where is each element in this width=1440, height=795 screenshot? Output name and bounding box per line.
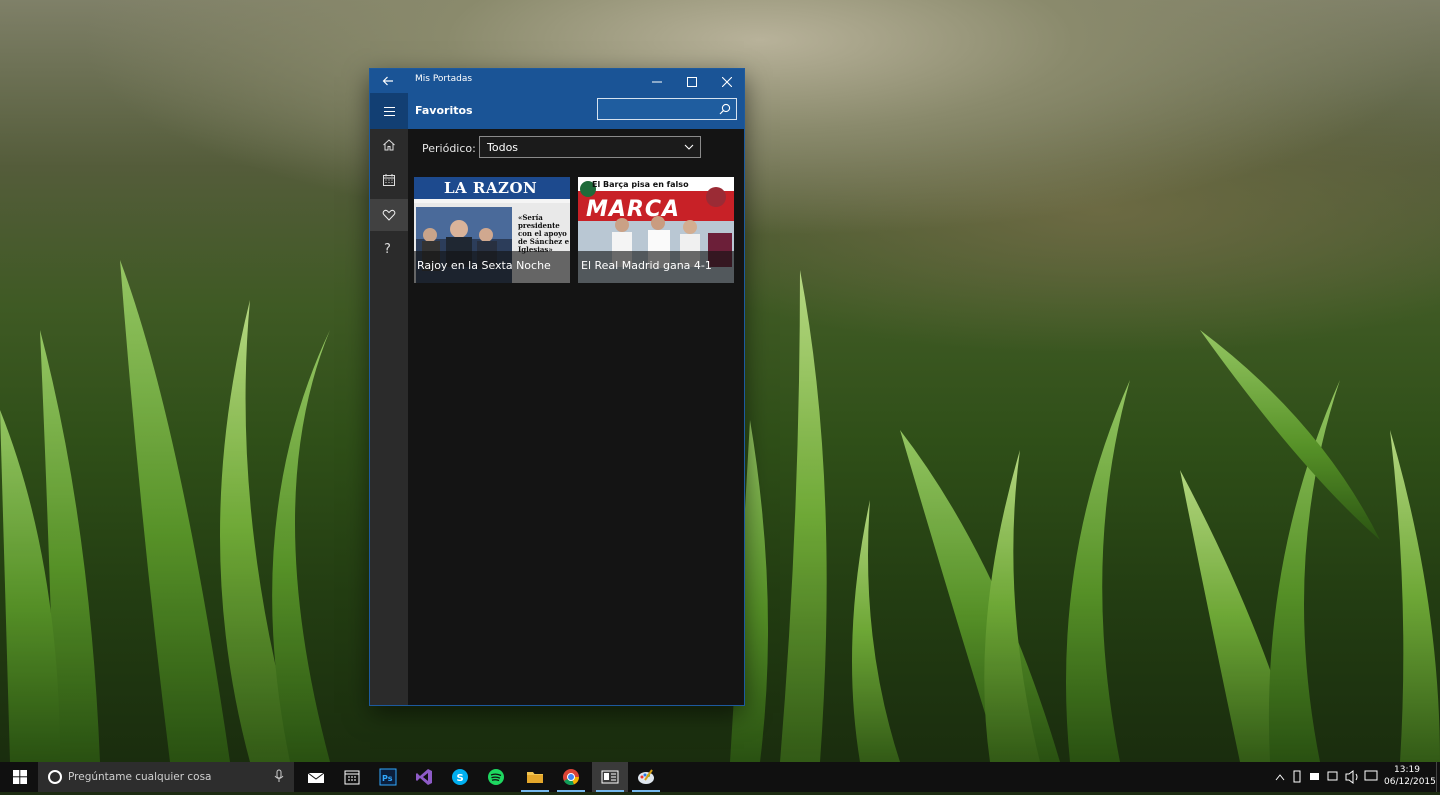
chevron-down-icon xyxy=(684,144,694,150)
app-window: Mis Portadas Favoritos ? Periódico: Todo… xyxy=(370,69,744,705)
header-bar: Favoritos xyxy=(370,93,744,129)
calendar-icon xyxy=(383,174,395,186)
back-button[interactable] xyxy=(376,72,400,90)
taskbar-paint[interactable] xyxy=(628,762,664,792)
nav-item-help[interactable]: ? xyxy=(370,234,408,266)
newspaper-app-icon xyxy=(601,770,619,784)
hamburger-icon-line xyxy=(384,111,395,112)
search-icon[interactable] xyxy=(718,102,732,116)
chevron-up-icon xyxy=(1275,774,1285,781)
nav-item-calendar[interactable] xyxy=(370,164,408,196)
cover-headline: «Sería presidente con el apoyo de Sánche… xyxy=(518,214,570,254)
minimize-icon xyxy=(652,81,662,82)
svg-text:Ps: Ps xyxy=(382,774,393,783)
help-icon: ? xyxy=(384,242,391,257)
nav-item-home[interactable] xyxy=(370,129,408,161)
chrome-icon xyxy=(563,769,579,786)
folder-icon xyxy=(527,772,543,783)
newspaper-filter-value: Todos xyxy=(487,141,519,154)
visual-studio-icon xyxy=(416,769,432,785)
newspaper-filter-dropdown[interactable]: Todos xyxy=(479,136,701,158)
notifications-icon xyxy=(1364,770,1378,781)
nav-item-favorites[interactable] xyxy=(370,199,408,231)
taskbar-mis-portadas[interactable] xyxy=(592,762,628,792)
hamburger-icon-line xyxy=(384,115,395,116)
page-title: Favoritos xyxy=(415,104,473,117)
taskbar-calendar[interactable] xyxy=(334,762,370,792)
maximize-icon xyxy=(687,76,697,87)
taskbar-mail[interactable] xyxy=(298,762,334,792)
cover-caption: Rajoy en la Sexta Noche xyxy=(414,251,570,283)
taskbar-clock[interactable]: 13:19 06/12/2015 xyxy=(1384,764,1436,788)
newspaper-logo: LA RAZON xyxy=(444,179,538,197)
home-icon xyxy=(383,139,395,151)
volume-icon xyxy=(1345,770,1358,784)
paint-palette-icon xyxy=(638,769,654,784)
cover-card-la-razon[interactable]: LA RAZON «Sería presidente con el apoyo … xyxy=(414,177,570,283)
taskbar-chrome[interactable] xyxy=(553,762,589,792)
spotify-icon xyxy=(488,769,504,785)
taskbar: Pregúntame cualquier cosa Ps S 13:19 06/… xyxy=(0,762,1440,792)
newspaper-logo: MARCA xyxy=(586,197,681,222)
taskbar-visual-studio[interactable] xyxy=(406,762,442,792)
start-button[interactable] xyxy=(0,762,38,792)
main-content: Periódico: Todos LA RAZON «Sería preside… xyxy=(408,129,744,705)
microphone-icon[interactable] xyxy=(274,769,284,783)
mail-icon xyxy=(307,772,325,783)
taskbar-skype[interactable]: S xyxy=(442,762,478,792)
tray-icons xyxy=(1275,770,1378,784)
show-desktop-button[interactable] xyxy=(1436,762,1440,792)
windows-logo-icon xyxy=(13,770,27,784)
title-bar: Mis Portadas xyxy=(370,69,744,93)
taskbar-spotify[interactable] xyxy=(478,762,514,792)
cover-caption: El Real Madrid gana 4-1 xyxy=(578,251,734,283)
taskbar-file-explorer[interactable] xyxy=(517,762,553,792)
window-title: Mis Portadas xyxy=(415,74,473,84)
search-input[interactable] xyxy=(597,98,737,120)
hamburger-icon xyxy=(384,107,395,108)
photoshop-icon: Ps xyxy=(379,768,397,786)
svg-text:S: S xyxy=(457,773,464,784)
cortana-search-placeholder: Pregúntame cualquier cosa xyxy=(68,771,212,783)
network-icon xyxy=(1327,771,1338,781)
close-icon xyxy=(721,76,733,87)
minimize-button[interactable] xyxy=(640,69,674,93)
clock-time: 13:19 xyxy=(1394,765,1420,775)
cortana-search-box[interactable]: Pregúntame cualquier cosa xyxy=(38,762,294,792)
onedrive-icon xyxy=(1310,773,1319,780)
system-tray xyxy=(1270,762,1380,792)
cover-headline: El Barça pisa en falso xyxy=(592,180,689,189)
clock-date: 06/12/2015 xyxy=(1384,777,1436,787)
navigation-pane: ? xyxy=(370,129,408,705)
cover-card-marca[interactable]: El Barça pisa en falso MARCA El Real Mad… xyxy=(578,177,734,283)
calendar-icon xyxy=(344,770,360,785)
close-button[interactable] xyxy=(710,69,744,93)
skype-icon: S xyxy=(452,769,468,785)
cortana-icon xyxy=(48,770,62,784)
newspaper-filter-label: Periódico: xyxy=(422,142,476,155)
battery-icon xyxy=(1293,770,1301,783)
taskbar-photoshop[interactable]: Ps xyxy=(370,762,406,792)
hamburger-menu-button[interactable] xyxy=(370,93,408,129)
maximize-button[interactable] xyxy=(675,69,709,93)
heart-icon xyxy=(382,209,396,221)
arrow-left-icon xyxy=(382,76,393,86)
